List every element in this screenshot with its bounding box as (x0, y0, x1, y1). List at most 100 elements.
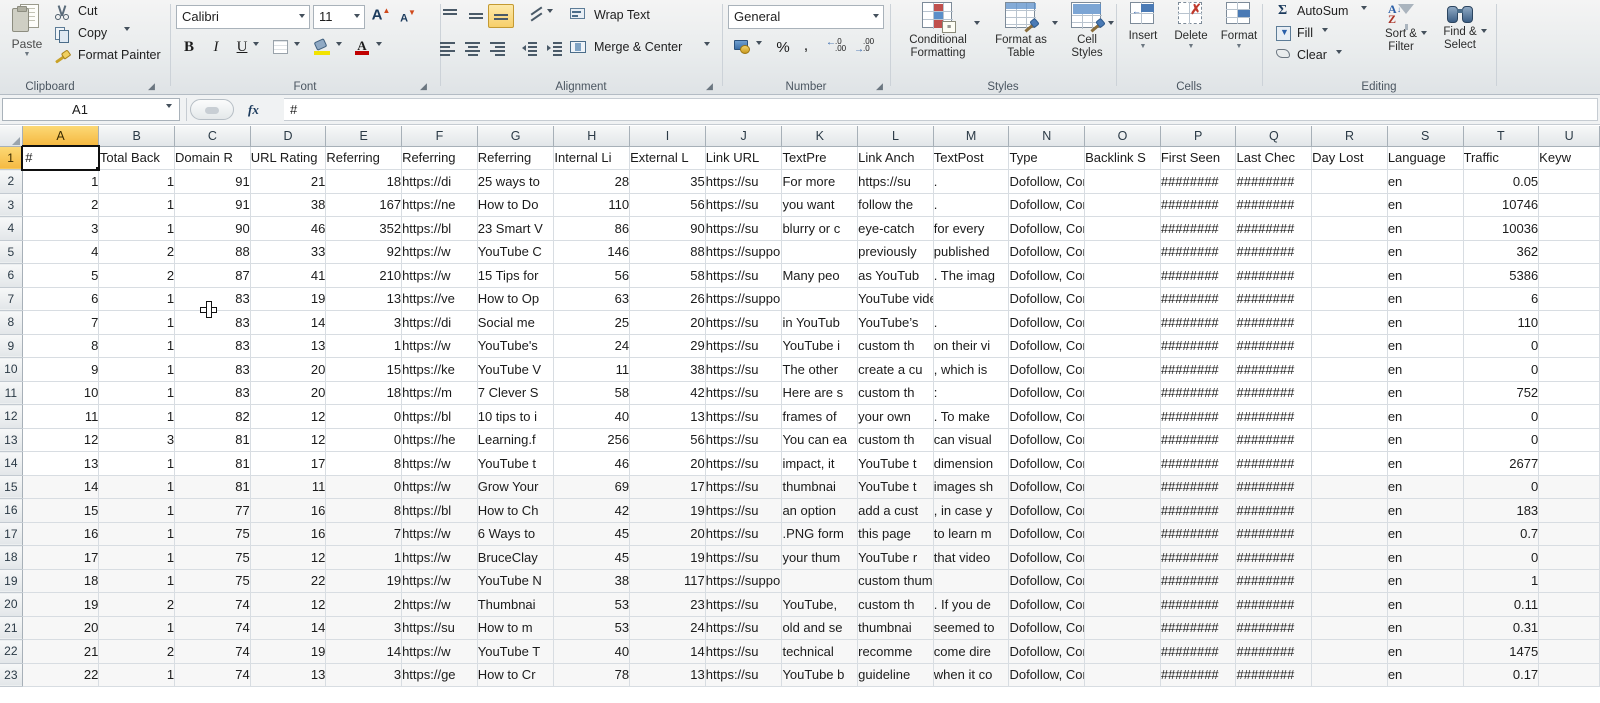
cell[interactable]: 10036 (1463, 216, 1540, 241)
cell[interactable]: 20 (250, 381, 327, 405)
cell[interactable]: 6 Ways to (477, 522, 555, 546)
percent-style-button[interactable]: % (772, 38, 794, 58)
align-center-button[interactable] (461, 38, 485, 60)
cell[interactable]: 92 (325, 240, 403, 264)
cell[interactable]: en (1387, 381, 1464, 405)
cell[interactable]: 83 (174, 334, 251, 358)
cell[interactable] (1084, 663, 1161, 687)
cell[interactable]: 81 (174, 428, 251, 452)
cell[interactable]: as YouTub (857, 263, 934, 288)
cell[interactable]: Link URL (705, 146, 783, 170)
cell[interactable]: ######## (1235, 616, 1313, 640)
row-header-4[interactable]: 4 (0, 216, 23, 241)
cell[interactable]: . (933, 310, 1010, 335)
cell[interactable]: en (1387, 663, 1464, 687)
cell[interactable]: 33 (250, 240, 327, 264)
cell[interactable]: YouTube b (781, 663, 859, 687)
format-as-table-dropdown-arrow[interactable] (1052, 21, 1058, 43)
cell[interactable] (1311, 240, 1388, 264)
cell[interactable]: 1 (98, 545, 176, 570)
cell[interactable]: 29 (629, 334, 706, 358)
cell[interactable]: . If you de (933, 592, 1010, 617)
cell[interactable]: ######## (1160, 216, 1237, 241)
column-header-l[interactable]: L (857, 126, 934, 147)
cell[interactable] (1538, 522, 1600, 546)
cell[interactable]: this page (857, 522, 934, 546)
cell[interactable]: 0.11 (1463, 592, 1540, 617)
cell[interactable]: : (933, 381, 1010, 405)
cell[interactable] (1538, 310, 1600, 335)
row-header-9[interactable]: 9 (0, 334, 23, 358)
cell[interactable]: 13 (250, 334, 327, 358)
cell[interactable]: en (1387, 639, 1464, 664)
cell[interactable]: YouTube's (477, 334, 555, 358)
cell[interactable]: 11 (22, 404, 100, 429)
cell[interactable] (933, 569, 1010, 593)
cell[interactable]: 3 (22, 216, 100, 241)
cell[interactable]: ######## (1160, 357, 1237, 382)
cell[interactable]: 2 (98, 592, 176, 617)
cell[interactable]: blurry or c (781, 216, 859, 241)
cell[interactable] (1311, 381, 1388, 405)
cell[interactable]: images sh (933, 475, 1010, 499)
cell[interactable]: en (1387, 193, 1464, 217)
cell[interactable]: https://su (705, 428, 783, 452)
cell[interactable]: YouTube’s (857, 310, 934, 335)
cell[interactable] (781, 287, 859, 311)
font-color-button[interactable]: A (354, 38, 370, 55)
row-header-11[interactable]: 11 (0, 381, 23, 405)
column-header-k[interactable]: K (781, 126, 859, 147)
cell[interactable]: 88 (629, 240, 706, 264)
cell[interactable]: your thum (781, 545, 859, 570)
cell[interactable]: impact, it (781, 451, 859, 476)
cell[interactable]: ######## (1160, 475, 1237, 499)
sort-filter-button[interactable]: AZ ↓ Sort & Filter (1374, 2, 1428, 54)
cell[interactable]: 22 (250, 569, 327, 593)
cell[interactable]: Here are s (781, 381, 859, 405)
cell[interactable]: Dofollow, Content (1008, 381, 1086, 405)
cell[interactable]: 2677 (1463, 451, 1540, 476)
cell[interactable]: 41 (250, 263, 327, 288)
font-color-dropdown-arrow[interactable] (376, 42, 382, 64)
cell[interactable]: Dofollow, Content (1008, 569, 1086, 593)
cell[interactable] (1538, 169, 1600, 194)
accounting-dropdown-arrow[interactable] (756, 41, 762, 63)
cell[interactable]: 83 (174, 357, 251, 382)
cell[interactable]: dimension (933, 451, 1010, 476)
cell[interactable]: ######## (1160, 381, 1237, 405)
cell[interactable] (1311, 451, 1388, 476)
cell[interactable]: 13 (22, 451, 100, 476)
cell[interactable]: 12 (250, 428, 327, 452)
increase-decimal-button[interactable]: ← .0 .00 (824, 38, 850, 58)
cell[interactable]: ######## (1235, 193, 1313, 217)
cell[interactable]: Referring (477, 146, 555, 170)
column-header-f[interactable]: F (401, 126, 478, 147)
alignment-dialog-launcher[interactable]: ◢ (704, 81, 715, 92)
cell[interactable]: en (1387, 475, 1464, 499)
cell[interactable]: https://support.goo (705, 569, 783, 593)
cell[interactable]: YouTube T (477, 639, 555, 664)
cell[interactable]: 46 (250, 216, 327, 241)
cell[interactable] (1084, 169, 1161, 194)
cell[interactable]: 1 (325, 334, 403, 358)
row-header-14[interactable]: 14 (0, 451, 23, 476)
cell[interactable]: 1475 (1463, 639, 1540, 664)
cell[interactable]: Dofollow, Content (1008, 334, 1086, 358)
cell[interactable] (1311, 310, 1388, 335)
decrease-decimal-button[interactable]: .00 → .0 (852, 38, 878, 58)
underline-dropdown-arrow[interactable] (253, 42, 259, 64)
cell[interactable]: 7 (325, 522, 403, 546)
cell[interactable]: thumbnai (857, 616, 934, 640)
cell[interactable]: 20 (22, 616, 100, 640)
cell[interactable]: 74 (174, 639, 251, 664)
cell[interactable]: 25 ways to (477, 169, 555, 194)
cell[interactable]: 1 (98, 522, 176, 546)
column-header-h[interactable]: H (553, 126, 631, 147)
cell[interactable]: https://bl (401, 404, 478, 429)
cell[interactable]: 8 (325, 451, 403, 476)
cell[interactable]: https://su (705, 404, 783, 429)
accounting-format-button[interactable] (732, 38, 754, 58)
cell[interactable]: 24 (553, 334, 631, 358)
borders-button[interactable] (273, 40, 288, 54)
insert-dropdown-arrow[interactable]: ▼ (1120, 43, 1166, 50)
